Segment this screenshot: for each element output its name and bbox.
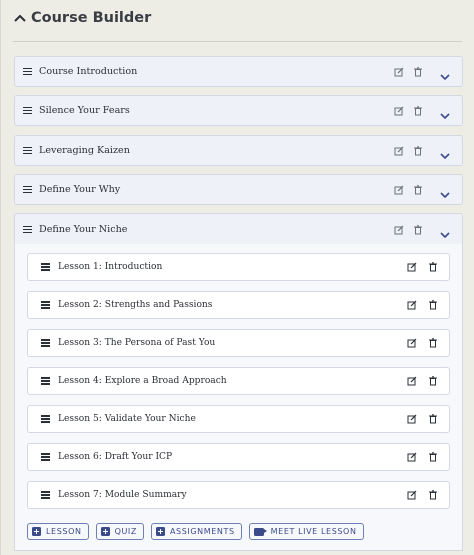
chevron-down-icon[interactable] [439,225,451,238]
video-camera-icon [253,527,267,536]
drag-handle-icon[interactable] [23,67,32,76]
edit-icon[interactable] [407,376,417,386]
trash-icon[interactable] [428,414,438,424]
add-lesson-button[interactable]: LESSON [27,523,89,540]
trash-icon[interactable] [413,184,423,195]
edit-icon[interactable] [407,338,417,348]
edit-icon[interactable] [407,300,417,310]
edit-icon[interactable] [407,414,417,424]
edit-icon[interactable] [394,225,404,235]
lesson-row[interactable]: Lesson 5: Validate Your Niche [27,405,450,433]
trash-icon[interactable] [413,66,423,77]
course-builder-panel: Course Builder Course Introduction Silen… [0,0,474,555]
drag-handle-icon[interactable] [41,263,50,271]
chevron-down-icon[interactable] [439,146,451,159]
trash-icon[interactable] [428,262,438,272]
divider [13,41,462,42]
trash-icon[interactable] [428,300,438,310]
plus-square-icon [100,527,110,536]
module-row[interactable]: Define Your Why [14,174,463,205]
edit-icon[interactable] [394,67,404,77]
course-builder-header[interactable]: Course Builder [13,6,151,30]
add-content-toolbar: LESSON QUIZ ASSIGNMENTS MEET LIVE LESSON [27,523,364,540]
edit-icon[interactable] [407,262,417,272]
edit-icon[interactable] [394,185,404,195]
module-row[interactable]: Silence Your Fears [14,95,463,126]
chevron-down-icon[interactable] [439,106,451,119]
module-title: Leveraging Kaizen [39,145,130,156]
drag-handle-icon[interactable] [41,339,50,347]
lesson-row[interactable]: Lesson 2: Strengths and Passions [27,291,450,319]
drag-handle-icon[interactable] [23,185,32,194]
add-assignments-button[interactable]: ASSIGNMENTS [150,523,242,540]
trash-icon[interactable] [428,452,438,462]
drag-handle-icon[interactable] [23,106,32,115]
lesson-title: Lesson 5: Validate Your Niche [58,414,196,424]
lesson-row[interactable]: Lesson 1: Introduction [27,253,450,281]
drag-handle-icon[interactable] [41,415,50,423]
module-title: Course Introduction [39,66,138,77]
edit-icon[interactable] [394,146,404,156]
drag-handle-icon[interactable] [41,491,50,499]
lesson-title: Lesson 6: Draft Your ICP [58,452,173,462]
trash-icon[interactable] [428,338,438,348]
chevron-down-icon[interactable] [439,67,451,80]
lesson-title: Lesson 3: The Persona of Past You [58,338,216,348]
lesson-title: Lesson 2: Strengths and Passions [58,300,213,310]
drag-handle-icon[interactable] [41,377,50,385]
page-title: Course Builder [31,10,152,26]
lesson-row[interactable]: Lesson 6: Draft Your ICP [27,443,450,471]
edit-icon[interactable] [394,106,404,116]
drag-handle-icon[interactable] [23,225,32,234]
drag-handle-icon[interactable] [23,146,32,155]
plus-square-icon [155,527,165,536]
trash-icon[interactable] [428,490,438,500]
add-meet-live-lesson-button[interactable]: MEET LIVE LESSON [248,523,364,540]
module-title: Define Your Why [39,184,121,195]
module-title: Silence Your Fears [39,105,130,116]
lesson-row[interactable]: Lesson 4: Explore a Broad Approach [27,367,450,395]
plus-square-icon [32,527,41,536]
lesson-row[interactable]: Lesson 7: Module Summary [27,481,450,509]
drag-handle-icon[interactable] [41,301,50,309]
edit-icon[interactable] [407,490,417,500]
chevron-down-icon[interactable] [439,185,451,198]
edit-icon[interactable] [407,452,417,462]
chevron-up-icon[interactable] [13,11,27,25]
trash-icon[interactable] [413,224,423,235]
module-row[interactable]: Course Introduction [14,56,463,87]
module-title: Define Your Niche [39,224,128,235]
lesson-title: Lesson 1: Introduction [58,262,163,272]
module-row[interactable]: Leveraging Kaizen [14,135,463,166]
module-row-expanded[interactable]: Define Your Niche [14,213,463,245]
lesson-title: Lesson 7: Module Summary [58,490,187,500]
trash-icon[interactable] [428,376,438,386]
drag-handle-icon[interactable] [41,453,50,461]
trash-icon[interactable] [413,105,423,116]
lesson-row[interactable]: Lesson 3: The Persona of Past You [27,329,450,357]
add-quiz-button[interactable]: QUIZ [95,523,144,540]
trash-icon[interactable] [413,145,423,156]
lesson-title: Lesson 4: Explore a Broad Approach [58,376,227,386]
